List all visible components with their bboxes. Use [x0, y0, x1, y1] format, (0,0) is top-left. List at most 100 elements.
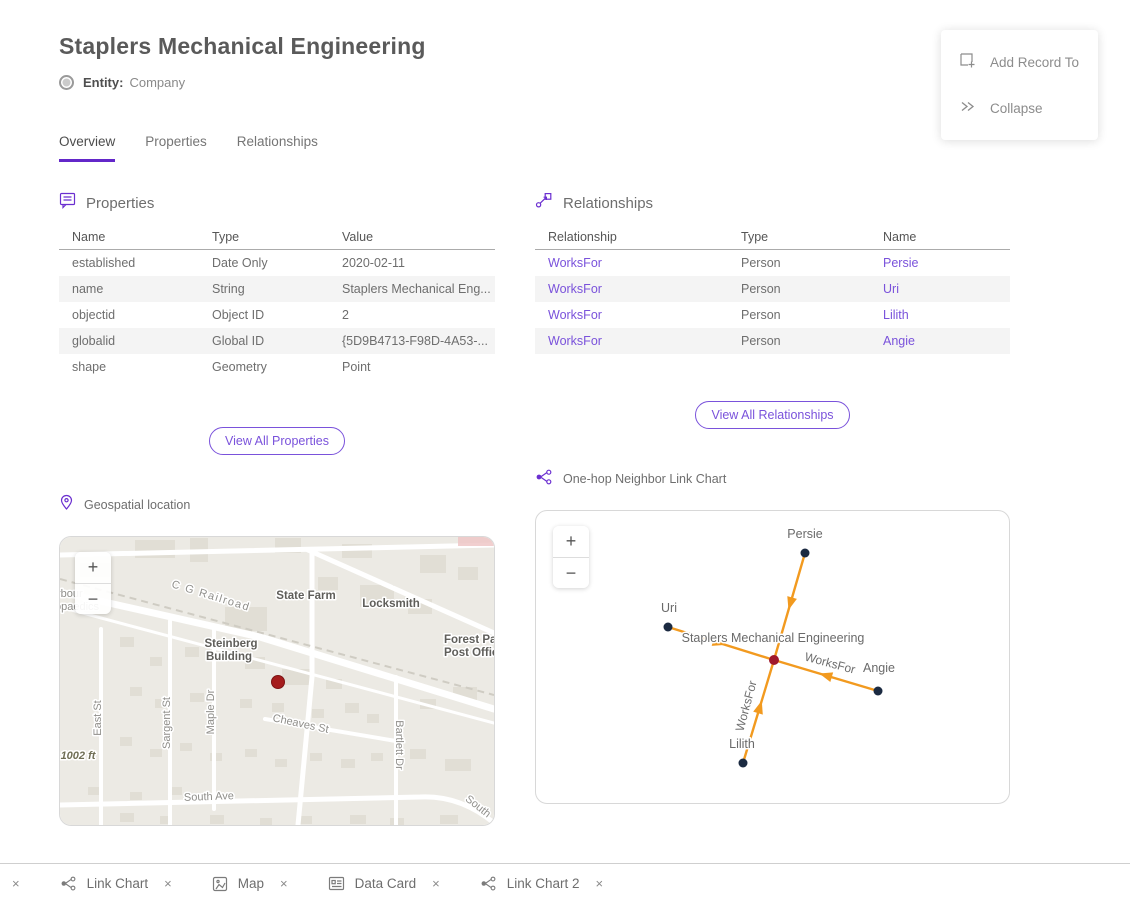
table-cell: Geometry [199, 360, 329, 374]
view-all-properties-button[interactable]: View All Properties [209, 427, 345, 455]
table-cell-link[interactable]: Persie [870, 256, 1010, 270]
edge-label: WorksFor [803, 650, 857, 677]
map-zoom-in-button[interactable]: + [75, 552, 111, 583]
left-column: Properties NameTypeValueestablishedDate … [59, 192, 495, 826]
bottom-tab-link-chart-2[interactable]: Link Chart 2 × [480, 876, 603, 891]
graph-node-lilith[interactable] [739, 759, 748, 768]
table-cell: Person [728, 308, 870, 322]
close-tab-icon[interactable]: × [12, 876, 20, 891]
bottom-tab-label: Data Card [355, 876, 417, 891]
table-cell: globalid [59, 334, 199, 348]
node-label: Angie [863, 661, 895, 675]
graph-node-persie[interactable] [801, 549, 810, 558]
map-label: Steinberg [204, 638, 257, 650]
link-chart-panel[interactable]: WorksForWorksForStaplers Mechanical Engi… [535, 510, 1010, 804]
relationships-section-header: Relationships [535, 192, 1010, 214]
table-row: nameStringStaplers Mechanical Eng... [59, 276, 495, 302]
graph-node-center[interactable] [769, 655, 779, 665]
geospatial-section-header: Geospatial location [59, 495, 495, 515]
table-cell-link[interactable]: Uri [870, 282, 1010, 296]
map-marker[interactable] [272, 676, 285, 689]
bottom-tab-label: Map [238, 876, 264, 891]
entity-label: Entity: [83, 75, 123, 90]
tab-overview[interactable]: Overview [59, 134, 115, 162]
menu-item-label: Collapse [990, 101, 1043, 116]
table-header-row: RelationshipTypeName [535, 225, 1010, 250]
column-header: Name [870, 230, 1010, 244]
node-label: Persie [787, 527, 822, 541]
map-panel[interactable]: rbouropaedicsC G RailroadState FarmLocks… [59, 536, 495, 826]
column-header: Relationship [535, 230, 728, 244]
bottom-tab-label: Link Chart 2 [507, 876, 580, 891]
link-chart-zoom-control: + − [553, 526, 589, 588]
table-row: shapeGeometryPoint [59, 354, 495, 380]
table-cell-link[interactable]: WorksFor [535, 308, 728, 322]
bottom-tab-bar: ×Link Chart×Map×Data Card×Link Chart 2× [0, 863, 1130, 903]
geospatial-section-title: Geospatial location [84, 498, 190, 512]
link-chart-section-header: One-hop Neighbor Link Chart [535, 469, 1010, 489]
map-label: Building [206, 651, 252, 663]
relationships-section-title: Relationships [563, 195, 653, 212]
table-cell: Global ID [199, 334, 329, 348]
entity-type: Company [129, 75, 185, 90]
graph-node-angie[interactable] [874, 687, 883, 696]
menu-item-add-record-to[interactable]: Add Record To [941, 39, 1098, 85]
menu-item-label: Add Record To [990, 55, 1079, 70]
map-zoom-control: + − [75, 552, 111, 614]
bottom-tab-link-chart[interactable]: Link Chart× [60, 876, 172, 891]
entity-type-indicator [59, 75, 74, 90]
close-tab-icon[interactable]: × [164, 876, 172, 891]
bottom-tab-map[interactable]: Map × [212, 876, 288, 892]
table-cell-link[interactable]: WorksFor [535, 282, 728, 296]
map-label: Sargent St [161, 697, 173, 749]
map-zoom-out-button[interactable]: − [75, 583, 111, 614]
table-cell-link[interactable]: Lilith [870, 308, 1010, 322]
close-tab-icon[interactable]: × [432, 876, 440, 891]
table-row: objectidObject ID2 [59, 302, 495, 328]
map-label: State Farm [276, 590, 335, 602]
bottom-tab-partial[interactable]: × [0, 876, 20, 891]
table-cell: Point [329, 360, 495, 374]
bottom-tab-data-card[interactable]: Data Card × [328, 876, 440, 891]
column-header: Name [59, 230, 199, 244]
node-label: Lilith [729, 737, 755, 751]
tab-properties[interactable]: Properties [145, 134, 207, 162]
column-header: Value [329, 230, 495, 244]
table-cell-link[interactable]: WorksFor [535, 256, 728, 270]
map-label: Post Offic [444, 647, 494, 659]
map-label: Maple Dr [205, 689, 217, 734]
properties-section-header: Properties [59, 192, 495, 214]
table-cell-link[interactable]: Angie [870, 334, 1010, 348]
link-chart-icon [535, 469, 553, 490]
map-label: Bartlett Dr [393, 720, 405, 770]
edge-arrowhead [819, 672, 833, 682]
map-label: East St [92, 700, 104, 735]
link-chart-zoom-in-button[interactable]: + [553, 526, 589, 557]
table-cell: objectid [59, 308, 199, 322]
graph-node-uri[interactable] [664, 623, 673, 632]
link-chart-icon [480, 876, 497, 891]
table-cell: 2020-02-11 [329, 256, 495, 270]
add-record-icon [959, 52, 976, 72]
context-menu: Add Record To Collapse [941, 30, 1098, 140]
menu-item-collapse[interactable]: Collapse [941, 85, 1098, 131]
link-chart-zoom-out-button[interactable]: − [553, 557, 589, 588]
table-row: WorksForPersonAngie [535, 328, 1010, 354]
close-tab-icon[interactable]: × [596, 876, 604, 891]
edge-arrowhead [753, 701, 763, 715]
link-chart-section-title: One-hop Neighbor Link Chart [563, 472, 726, 486]
table-row: WorksForPersonUri [535, 276, 1010, 302]
link-chart-canvas: WorksForWorksForStaplers Mechanical Engi… [536, 511, 1009, 803]
map-label: South Ave [184, 790, 234, 804]
close-tab-icon[interactable]: × [280, 876, 288, 891]
table-cell-link[interactable]: WorksFor [535, 334, 728, 348]
properties-section-title: Properties [86, 195, 154, 212]
table-cell: 2 [329, 308, 495, 322]
view-all-relationships-button[interactable]: View All Relationships [695, 401, 849, 429]
edge-arrowhead [787, 596, 797, 610]
tab-relationships[interactable]: Relationships [237, 134, 318, 162]
table-cell: name [59, 282, 199, 296]
map-icon [212, 876, 228, 892]
data-card-icon [328, 876, 345, 891]
table-row: establishedDate Only2020-02-11 [59, 250, 495, 276]
